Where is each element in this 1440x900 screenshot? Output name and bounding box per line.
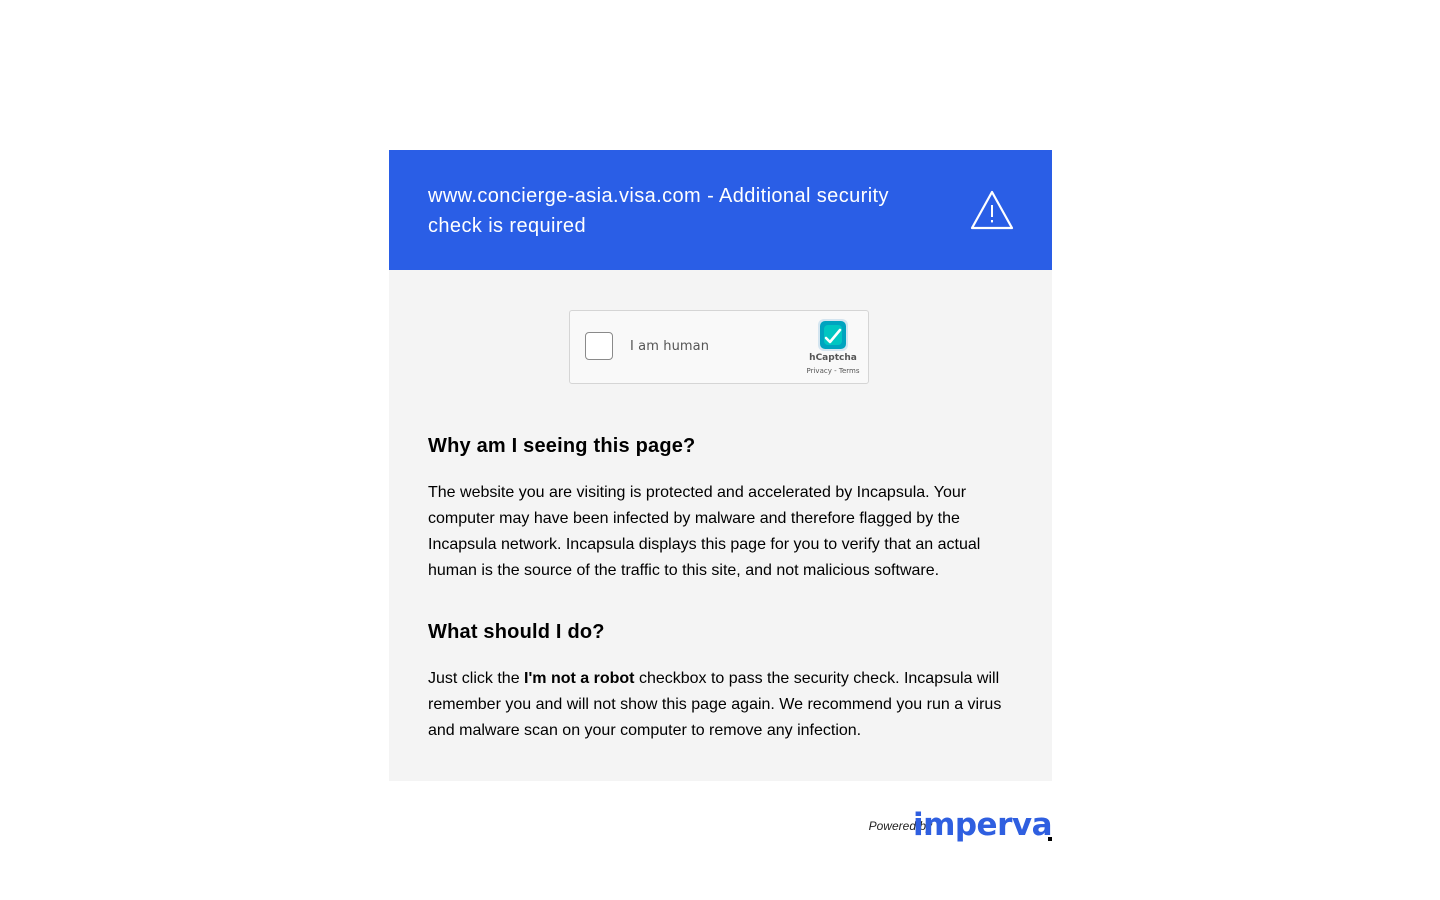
what-body-bold: I'm not a robot <box>524 670 635 687</box>
link-separator: - <box>831 367 839 375</box>
what-heading: What should I do? <box>428 621 605 643</box>
content-panel: I am human hCaptcha Privacy - Terms Why … <box>389 270 1052 781</box>
why-section: Why am I seeing this page? The website y… <box>428 432 1018 584</box>
hcaptcha-widget[interactable]: I am human hCaptcha Privacy - Terms <box>569 310 869 384</box>
what-body: Just click the I'm not a robot checkbox … <box>428 666 1018 744</box>
captcha-label: I am human <box>630 339 710 354</box>
captcha-brand: hCaptcha <box>809 353 857 363</box>
captcha-links: Privacy - Terms <box>796 367 870 375</box>
what-body-prefix: Just click the <box>428 670 525 687</box>
hcaptcha-logo-icon <box>818 319 848 351</box>
footer: Powered by imperva <box>389 808 1053 842</box>
why-heading: Why am I seeing this page? <box>428 435 696 457</box>
alert-banner: www.concierge-asia.visa.com - Additional… <box>389 150 1052 270</box>
what-section: What should I do? Just click the I'm not… <box>428 618 1018 744</box>
imperva-logo-dot <box>1048 837 1052 841</box>
i-am-human-checkbox[interactable] <box>585 332 613 360</box>
privacy-link[interactable]: Privacy <box>807 367 832 375</box>
banner-title: www.concierge-asia.visa.com - Additional… <box>428 185 889 237</box>
terms-link[interactable]: Terms <box>839 367 860 375</box>
warning-triangle-icon <box>970 190 1014 230</box>
imperva-logo[interactable]: imperva <box>913 808 1053 842</box>
why-body: The website you are visiting is protecte… <box>428 484 981 579</box>
security-check-card: www.concierge-asia.visa.com - Additional… <box>389 150 1052 781</box>
